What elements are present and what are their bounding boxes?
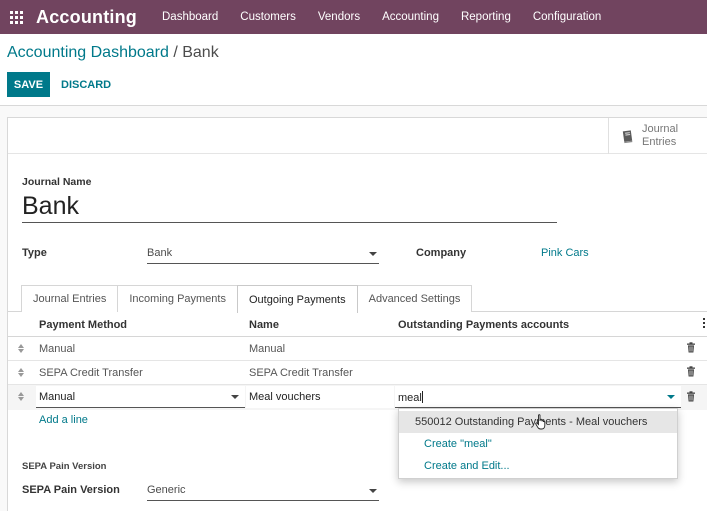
autocomplete-create-edit-option[interactable]: Create and Edit...	[399, 455, 677, 477]
type-value: Bank	[147, 247, 173, 259]
book-icon	[622, 129, 633, 143]
nav-configuration[interactable]: Configuration	[522, 0, 612, 34]
tab-outgoing-payments[interactable]: Outgoing Payments	[236, 285, 358, 313]
caret-down-icon	[667, 395, 675, 399]
control-panel: Accounting Dashboard / Bank SAVE DISCARD	[0, 34, 707, 106]
type-label: Type	[22, 247, 47, 259]
nav-vendors[interactable]: Vendors	[307, 0, 371, 34]
outstanding-account-value: meal	[398, 392, 422, 404]
column-header-outstanding-accounts[interactable]: Outstanding Payments accounts	[398, 319, 569, 331]
drag-handle-icon[interactable]	[18, 392, 26, 402]
tab-advanced-settings[interactable]: Advanced Settings	[356, 285, 473, 312]
table-row[interactable]: SEPA Credit Transfer SEPA Credit Transfe…	[8, 361, 707, 385]
name-input[interactable]: Meal vouchers	[246, 386, 394, 408]
company-label: Company	[416, 247, 467, 259]
table-row-editing[interactable]: Manual Meal vouchers meal	[8, 385, 707, 410]
sepa-pain-version-value: Generic	[147, 484, 186, 496]
caret-down-icon	[369, 489, 377, 493]
button-box: Journal Entries	[8, 118, 707, 154]
column-header-payment-method[interactable]: Payment Method	[39, 319, 127, 331]
trash-icon[interactable]	[686, 391, 696, 405]
sepa-pain-version-select[interactable]: Generic	[147, 481, 379, 501]
cell-payment-method: SEPA Credit Transfer	[39, 367, 143, 379]
add-line-link[interactable]: Add a line	[39, 414, 88, 426]
apps-grid-icon[interactable]	[2, 0, 30, 34]
autocomplete-create-option[interactable]: Create "meal"	[399, 433, 677, 455]
trash-icon[interactable]	[686, 366, 696, 380]
breadcrumb: Accounting Dashboard / Bank	[7, 44, 219, 62]
caret-down-icon	[369, 252, 377, 256]
app-brand[interactable]: Accounting	[36, 7, 137, 28]
nav-accounting[interactable]: Accounting	[371, 0, 450, 34]
tab-incoming-payments[interactable]: Incoming Payments	[117, 285, 238, 312]
payment-method-value: Manual	[39, 391, 76, 403]
breadcrumb-separator: /	[168, 44, 183, 61]
tab-journal-entries[interactable]: Journal Entries	[21, 285, 119, 312]
cell-name: SEPA Credit Transfer	[249, 367, 353, 379]
cell-payment-method: Manual	[39, 343, 76, 355]
breadcrumb-parent-link[interactable]: Accounting Dashboard	[7, 44, 169, 61]
drag-handle-icon[interactable]	[18, 368, 26, 378]
text-caret	[421, 391, 423, 403]
nav-customers[interactable]: Customers	[229, 0, 307, 34]
discard-button[interactable]: DISCARD	[56, 72, 116, 97]
column-header-name[interactable]: Name	[249, 319, 279, 331]
column-options-icon[interactable]	[703, 318, 706, 328]
nav-reporting[interactable]: Reporting	[450, 0, 522, 34]
type-select[interactable]: Bank	[147, 244, 379, 264]
payment-method-select[interactable]: Manual	[36, 386, 245, 408]
table-header: Payment Method Name Outstanding Payments…	[8, 312, 707, 337]
trash-icon[interactable]	[686, 342, 696, 356]
journal-entries-smart-button[interactable]: Journal Entries	[608, 118, 707, 154]
save-button[interactable]: SAVE	[7, 72, 50, 97]
sepa-section-label: SEPA Pain Version	[22, 461, 107, 472]
top-navbar: Accounting Dashboard Customers Vendors A…	[0, 0, 707, 34]
breadcrumb-current: Bank	[182, 44, 219, 61]
journal-entries-label: Journal Entries	[642, 123, 679, 148]
hand-pointer-icon	[535, 414, 546, 430]
company-link[interactable]: Pink Cars	[541, 247, 589, 259]
caret-down-icon	[231, 395, 239, 399]
notebook-tabs: Journal Entries Incoming Payments Outgoi…	[21, 285, 473, 313]
sepa-pain-version-label: SEPA Pain Version	[22, 484, 120, 496]
outstanding-account-input[interactable]: meal	[395, 386, 681, 408]
name-value: Meal vouchers	[249, 391, 321, 403]
drag-handle-icon[interactable]	[18, 344, 26, 354]
journal-name-label: Journal Name	[22, 176, 92, 188]
journal-name-input[interactable]: Bank	[22, 191, 557, 223]
nav-dashboard[interactable]: Dashboard	[151, 0, 229, 34]
cell-name: Manual	[249, 343, 286, 355]
table-row[interactable]: Manual Manual	[8, 337, 707, 361]
